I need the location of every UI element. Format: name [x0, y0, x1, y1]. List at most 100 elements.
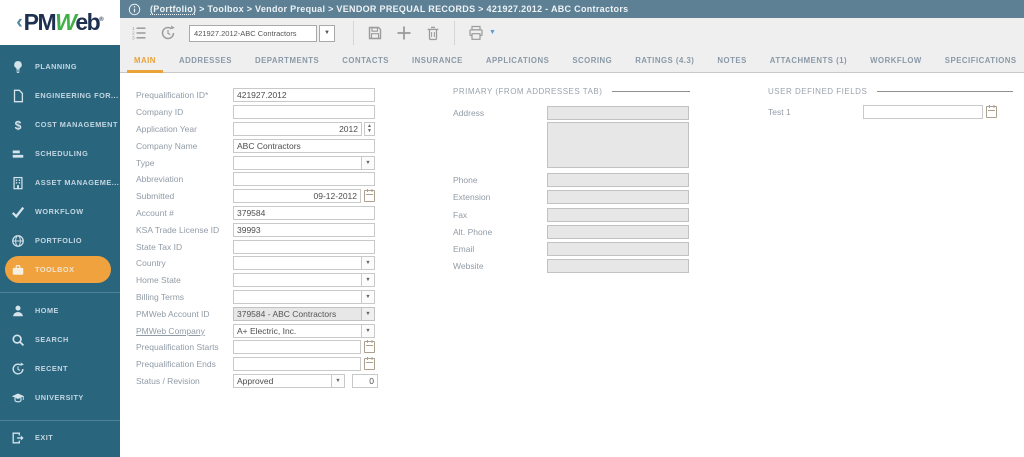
- chevron-down-icon[interactable]: ▼: [361, 274, 374, 287]
- field-select-pmweb-company[interactable]: A+ Electric, Inc. ▼: [233, 323, 375, 338]
- pmweb-logo[interactable]: ‹ PMWeb®: [0, 0, 120, 45]
- toolbar: 123 ▼ ▼: [120, 18, 1024, 48]
- field-input-phone: [547, 172, 689, 187]
- field-input-prequalification-id[interactable]: [233, 88, 375, 103]
- field-label[interactable]: PMWeb Company: [136, 326, 233, 336]
- field-input-company-id[interactable]: [233, 105, 375, 120]
- tab-attachments-1[interactable]: ATTACHMENTS (1): [770, 48, 847, 73]
- tab-specifications[interactable]: SPECIFICATIONS: [945, 48, 1017, 73]
- field-input-prequalification-starts[interactable]: [233, 340, 361, 355]
- breadcrumb-portfolio-link[interactable]: (Portfolio): [150, 4, 196, 14]
- field-select-status-revision[interactable]: Approved ▼: [233, 373, 345, 388]
- calendar-icon[interactable]: [364, 340, 375, 354]
- check-icon: [11, 205, 25, 219]
- field-textarea-address: [547, 122, 689, 169]
- chevron-down-icon[interactable]: ▼: [361, 290, 374, 303]
- field-control: [233, 88, 375, 103]
- field-select-type[interactable]: ▼: [233, 155, 375, 170]
- chevron-down-icon[interactable]: ▼: [361, 156, 374, 169]
- records-list-icon[interactable]: 123: [131, 25, 147, 41]
- field-control: [233, 138, 375, 153]
- tab-notes[interactable]: NOTES: [717, 48, 746, 73]
- tab-contacts[interactable]: CONTACTS: [342, 48, 389, 73]
- form-row: Phone: [453, 171, 690, 188]
- sidebar-item-scheduling[interactable]: SCHEDULING: [0, 139, 120, 168]
- sidebar: PLANNING ENGINEERING FOR... $ COST MANAGEME…: [0, 0, 120, 457]
- calendar-icon[interactable]: [364, 189, 375, 203]
- delete-record-icon[interactable]: [425, 25, 441, 41]
- field-label: Status / Revision: [136, 375, 200, 386]
- sidebar-item-planning[interactable]: PLANNING: [0, 52, 120, 81]
- tab-main[interactable]: MAIN: [127, 48, 163, 73]
- chevron-down-icon[interactable]: ▼: [361, 324, 374, 337]
- tab-label: NOTES: [717, 56, 747, 65]
- field-input-prequalification-ends[interactable]: [233, 357, 361, 372]
- form-row: Prequalification Starts: [136, 339, 398, 356]
- record-selector-input[interactable]: [189, 24, 317, 42]
- field-label: Company Name: [136, 140, 198, 151]
- tab-label: ADDRESSES: [178, 56, 232, 65]
- chevron-down-icon[interactable]: ▼: [361, 257, 374, 270]
- field-input-state-tax-id[interactable]: [233, 239, 375, 254]
- field-control: [863, 105, 997, 120]
- udf-section-title: USER DEFINED FIELDS: [768, 86, 868, 96]
- sidebar-item-engineering-for[interactable]: ENGINEERING FOR...: [0, 81, 120, 110]
- field-select-country[interactable]: ▼: [233, 256, 375, 271]
- field-select-home-state[interactable]: ▼: [233, 273, 375, 288]
- number-spinner[interactable]: ▲ ▼: [364, 121, 375, 136]
- field-label: Billing Terms: [136, 291, 185, 302]
- info-icon[interactable]: [128, 3, 141, 16]
- field-input-submitted[interactable]: [233, 189, 361, 204]
- form-row: Prequalification ID*: [136, 87, 398, 104]
- print-icon[interactable]: [468, 25, 484, 41]
- field-input-account[interactable]: [233, 205, 375, 220]
- sidebar-item-exit[interactable]: EXIT: [0, 423, 120, 452]
- sidebar-item-search[interactable]: SEARCH: [0, 325, 120, 354]
- chevron-down-icon[interactable]: ▼: [331, 374, 344, 387]
- field-select-billing-terms[interactable]: ▼: [233, 289, 375, 304]
- save-icon[interactable]: [367, 25, 383, 41]
- sidebar-item-home[interactable]: HOME: [0, 296, 120, 325]
- form-row: Account #: [136, 205, 398, 222]
- tab-ratings-4-3[interactable]: RATINGS (4.3): [635, 48, 694, 73]
- form-row: Country ▼: [136, 255, 398, 272]
- sidebar-item-toolbox[interactable]: TOOLBOX: [5, 256, 111, 283]
- sidebar-item-portfolio[interactable]: PORTFOLIO: [0, 226, 120, 255]
- tab-scoring[interactable]: SCORING: [572, 48, 612, 73]
- add-record-icon[interactable]: [396, 25, 412, 41]
- field-control: [233, 222, 375, 237]
- field-input-extension: [547, 190, 689, 205]
- sidebar-item-university[interactable]: UNIVERSITY: [0, 383, 120, 412]
- tab-departments[interactable]: DEPARTMENTS: [255, 48, 319, 73]
- field-input-revision[interactable]: [352, 373, 378, 388]
- collapse-chevron-icon[interactable]: ‹: [16, 13, 22, 32]
- print-options-caret-icon[interactable]: ▼: [489, 29, 496, 36]
- field-input-application-year[interactable]: [233, 121, 362, 136]
- sidebar-item-cost-management[interactable]: $ COST MANAGEMENT: [0, 110, 120, 139]
- form-row: Company Name: [136, 137, 398, 154]
- tab-applications[interactable]: APPLICATIONS: [486, 48, 549, 73]
- field-input-abbreviation[interactable]: [233, 172, 375, 187]
- record-history-icon[interactable]: [160, 25, 176, 41]
- field-label: Country: [136, 258, 166, 269]
- tab-insurance[interactable]: INSURANCE: [412, 48, 463, 73]
- sidebar-item-recent[interactable]: RECENT: [0, 354, 120, 383]
- record-selector-dropdown-button[interactable]: ▼: [319, 24, 335, 42]
- sidebar-item-workflow[interactable]: WORKFLOW: [0, 197, 120, 226]
- tab-addresses[interactable]: ADDRESSES: [179, 48, 232, 73]
- calendar-icon[interactable]: [986, 105, 997, 119]
- breadcrumb-bar: (Portfolio) > Toolbox > Vendor Prequal >…: [120, 0, 1024, 18]
- tab-label: RATINGS (4.3): [635, 56, 695, 65]
- sidebar-item-asset-manageme[interactable]: ASSET MANAGEME...: [0, 168, 120, 197]
- select-value: [234, 274, 361, 286]
- search-icon: [11, 333, 25, 347]
- calendar-icon[interactable]: [364, 357, 375, 371]
- field-control: ▼: [233, 289, 375, 304]
- field-input-ksa-trade-license-id[interactable]: [233, 222, 375, 237]
- field-input-test-1[interactable]: [863, 105, 983, 120]
- field-control: [547, 259, 689, 274]
- tab-workflow[interactable]: WORKFLOW: [870, 48, 922, 73]
- sidebar-item-label: PORTFOLIO: [35, 236, 83, 245]
- field-control: [233, 172, 375, 187]
- field-input-company-name[interactable]: [233, 138, 375, 153]
